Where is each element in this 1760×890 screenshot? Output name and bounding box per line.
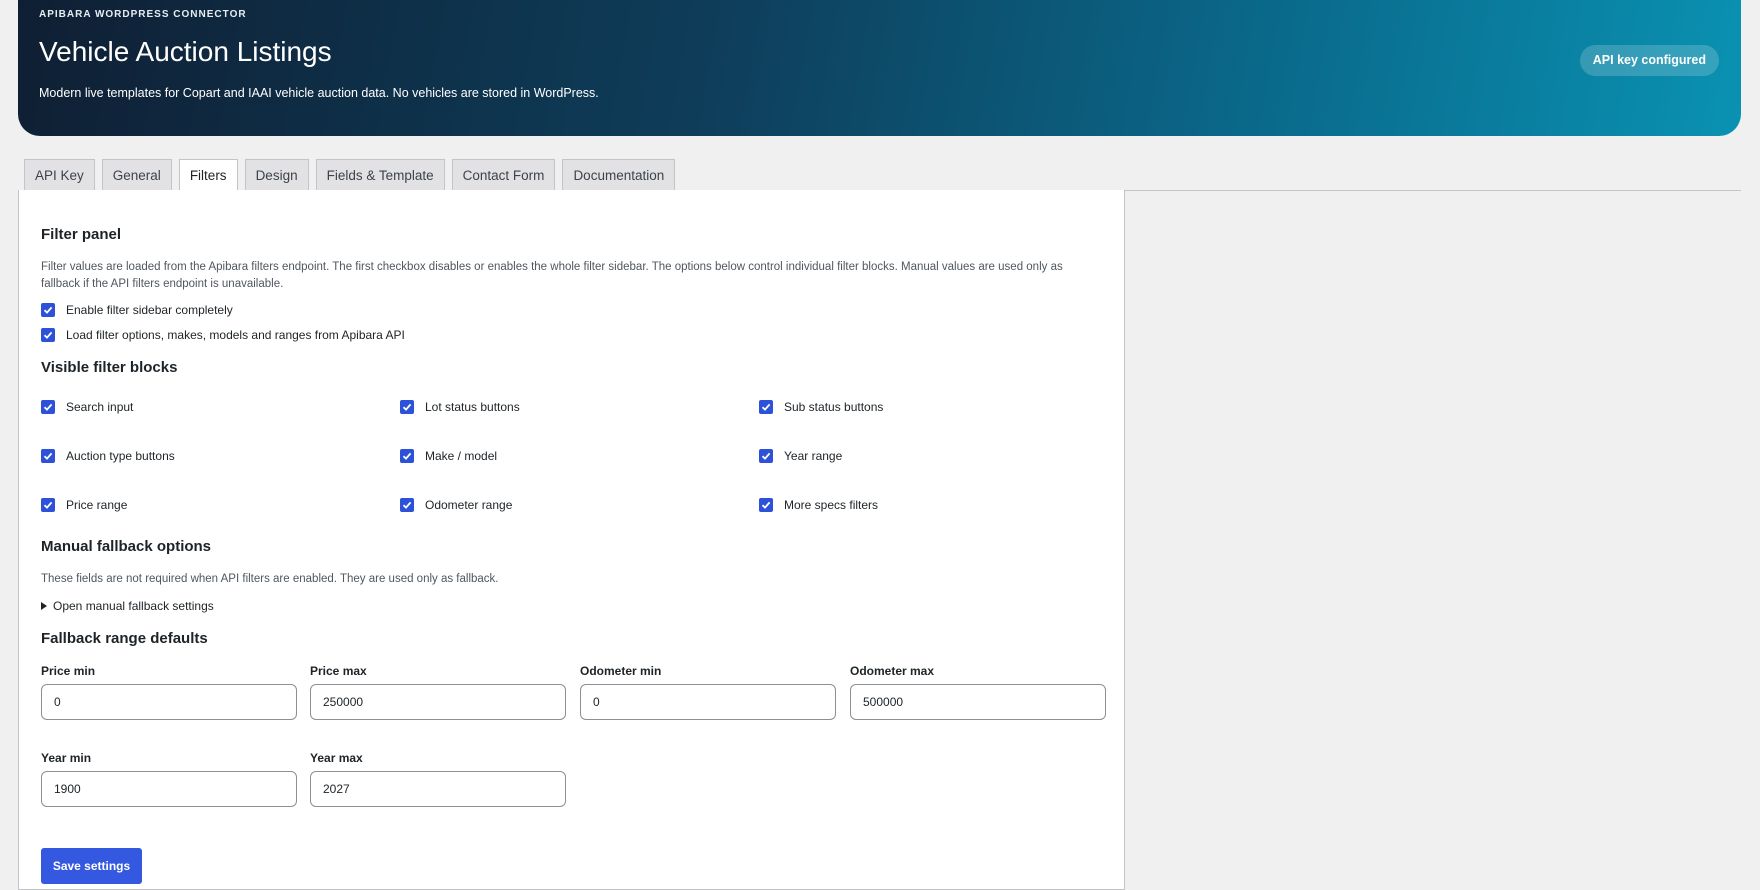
checkbox-checked-icon[interactable] [400, 400, 414, 414]
manual-fallback-heading: Manual fallback options [41, 538, 212, 555]
checkbox-label: Lot status buttons [425, 400, 520, 414]
checkbox-checked-icon[interactable] [41, 449, 55, 463]
load-filter-options-checkbox[interactable]: Load filter options, makes, models and r… [41, 328, 405, 342]
filter-panel-description: Filter values are loaded from the Apibar… [41, 261, 1063, 290]
odometer-min-label: Odometer min [580, 664, 662, 678]
filter-panel-heading: Filter panel [41, 226, 122, 243]
odometer-min-input[interactable] [580, 684, 836, 720]
tab-documentation[interactable]: Documentation [562, 159, 676, 191]
checkbox-checked-icon[interactable] [759, 400, 773, 414]
checkbox-checked-icon[interactable] [41, 498, 55, 512]
settings-tabs: API Key General Filters Design Fields & … [24, 159, 676, 192]
enable-filter-sidebar-checkbox[interactable]: Enable filter sidebar completely [41, 303, 233, 317]
price-max-input[interactable] [310, 684, 566, 720]
filters-panel: Filter panel Filter values are loaded fr… [18, 190, 1125, 890]
more-specs-filters-checkbox[interactable]: More specs filters [759, 498, 878, 512]
checkbox-checked-icon[interactable] [400, 449, 414, 463]
checkbox-label: Odometer range [425, 498, 513, 512]
checkbox-checked-icon[interactable] [41, 400, 55, 414]
checkbox-checked-icon[interactable] [759, 498, 773, 512]
price-min-input[interactable] [41, 684, 297, 720]
year-min-label: Year min [41, 751, 92, 765]
make-model-checkbox[interactable]: Make / model [400, 449, 497, 463]
checkbox-label: Year range [784, 449, 843, 463]
year-range-checkbox[interactable]: Year range [759, 449, 842, 463]
manual-fallback-toggle[interactable]: Open manual fallback settings [41, 599, 214, 613]
checkbox-label: Search input [66, 400, 134, 414]
manual-fallback-toggle-label: Open manual fallback settings [53, 599, 214, 613]
checkbox-label: More specs filters [784, 498, 879, 512]
sub-status-buttons-checkbox[interactable]: Sub status buttons [759, 400, 883, 414]
page-title: Vehicle Auction Listings [39, 36, 332, 67]
odometer-max-input[interactable] [850, 684, 1106, 720]
odometer-max-label: Odometer max [850, 664, 935, 678]
page-subtitle: Modern live templates for Copart and IAA… [39, 86, 599, 100]
tab-filters[interactable]: Filters [178, 159, 238, 192]
tab-design[interactable]: Design [244, 159, 309, 191]
auction-type-buttons-checkbox[interactable]: Auction type buttons [41, 449, 175, 463]
price-min-label: Price min [41, 664, 96, 678]
checkbox-checked-icon[interactable] [41, 303, 55, 317]
tab-contact-form[interactable]: Contact Form [451, 159, 556, 191]
save-settings-button[interactable]: Save settings [41, 848, 142, 884]
checkbox-label: Make / model [425, 449, 498, 463]
checkbox-label: Sub status buttons [784, 400, 884, 414]
checkbox-label: Load filter options, makes, models and r… [66, 328, 405, 342]
odometer-range-checkbox[interactable]: Odometer range [400, 498, 512, 512]
status-badge: API key configured [1579, 45, 1719, 76]
plugin-kicker: APIBARA WORDPRESS CONNECTOR [39, 9, 247, 20]
disclosure-triangle-icon [41, 602, 47, 610]
tab-api-key[interactable]: API Key [24, 159, 95, 191]
search-input-checkbox[interactable]: Search input [41, 400, 133, 414]
price-range-checkbox[interactable]: Price range [41, 498, 127, 512]
page-header: APIBARA WORDPRESS CONNECTOR Vehicle Auct… [18, 0, 1741, 136]
tab-fields-template[interactable]: Fields & Template [315, 159, 445, 191]
year-max-input[interactable] [310, 771, 566, 807]
tab-general[interactable]: General [101, 159, 172, 191]
year-min-input[interactable] [41, 771, 297, 807]
checkbox-label: Enable filter sidebar completely [66, 303, 233, 317]
checkbox-checked-icon[interactable] [759, 449, 773, 463]
visible-blocks-heading: Visible filter blocks [41, 359, 178, 376]
lot-status-buttons-checkbox[interactable]: Lot status buttons [400, 400, 520, 414]
range-defaults-heading: Fallback range defaults [41, 630, 208, 647]
price-max-label: Price max [310, 664, 367, 678]
checkbox-checked-icon[interactable] [41, 328, 55, 342]
checkbox-checked-icon[interactable] [400, 498, 414, 512]
manual-fallback-description: These fields are not required when API f… [41, 573, 499, 585]
checkbox-label: Auction type buttons [66, 449, 175, 463]
checkbox-label: Price range [66, 498, 128, 512]
year-max-label: Year max [310, 751, 363, 765]
